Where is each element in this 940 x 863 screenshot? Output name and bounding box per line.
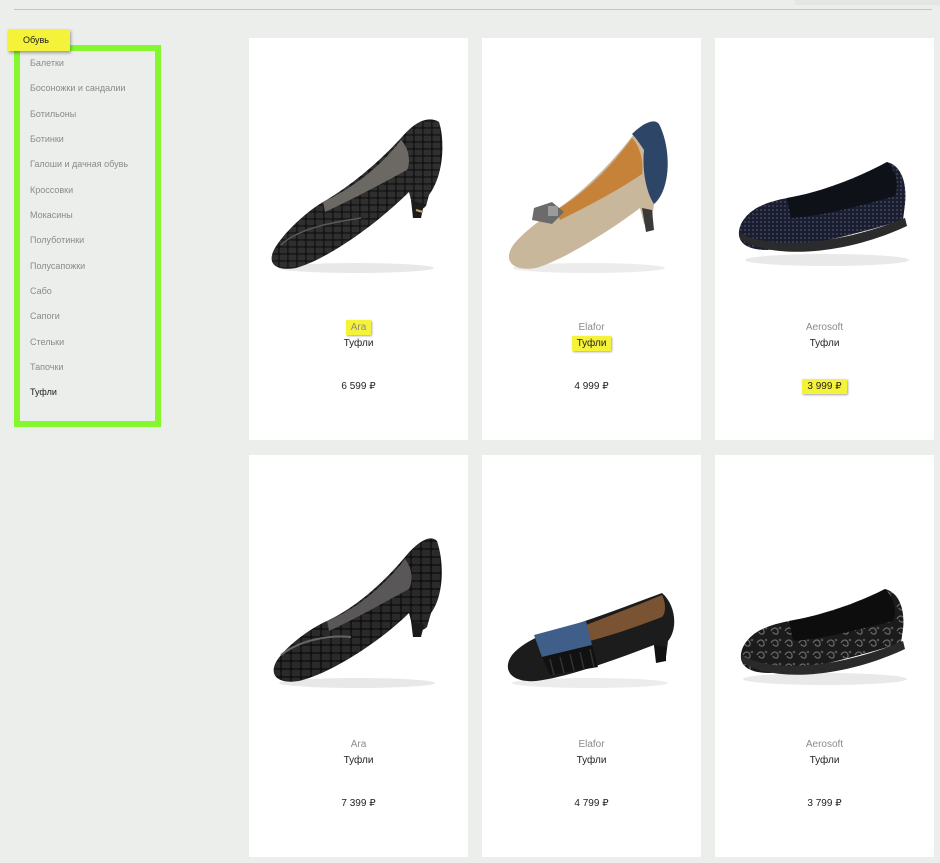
product-brand: Aerosoft — [805, 739, 844, 750]
black-fringe-loafer-image[interactable] — [494, 517, 689, 697]
top-tab — [795, 0, 940, 5]
navy-textured-slip-on-image[interactable] — [727, 100, 922, 280]
product-card[interactable]: Ara Туфли 6 599 ₽ — [249, 38, 468, 440]
category-item-galoshes[interactable]: Галоши и дачная обувь — [30, 157, 128, 182]
category-item-pumps[interactable]: Туфли — [30, 385, 128, 410]
category-item-sandals[interactable]: Босоножки и сандалии — [30, 81, 128, 106]
product-card[interactable]: Aerosoft Туфли 3 999 ₽ — [715, 38, 934, 440]
product-type: Туфли — [576, 755, 607, 766]
product-brand: Elafor — [578, 739, 605, 750]
product-type: Туфли — [482, 336, 701, 351]
category-item-slippers[interactable]: Тапочки — [30, 360, 128, 385]
category-item-high-boots[interactable]: Сапоги — [30, 309, 128, 334]
category-item-moccasins[interactable]: Мокасины — [30, 208, 128, 233]
category-item-low-shoes[interactable]: Полуботинки — [30, 233, 128, 258]
category-item-insoles[interactable]: Стельки — [30, 335, 128, 360]
category-item-ankle-boots[interactable]: Ботильоны — [30, 107, 128, 132]
category-item-half-boots[interactable]: Полусапожки — [30, 259, 128, 284]
product-brand: Ara — [350, 739, 367, 750]
product-type: Туфли — [809, 755, 840, 766]
product-brand: Ara — [249, 320, 468, 335]
floral-black-slip-on-image[interactable] — [727, 517, 922, 697]
beige-navy-bow-pump-image[interactable] — [494, 100, 689, 280]
product-type: Туфли — [809, 338, 840, 349]
product-brand: Aerosoft — [805, 322, 844, 333]
product-brand: Elafor — [578, 322, 605, 333]
product-price: 7 399 ₽ — [341, 798, 376, 809]
product-price: 4 999 ₽ — [574, 381, 609, 392]
category-item-clogs[interactable]: Сабо — [30, 284, 128, 309]
product-price: 6 599 ₽ — [341, 381, 376, 392]
category-list: Балетки Босоножки и сандалии Ботильоны Б… — [30, 56, 128, 411]
category-item-baletki[interactable]: Балетки — [30, 56, 128, 81]
product-card[interactable]: Elafor Туфли 4 999 ₽ — [482, 38, 701, 440]
product-card[interactable]: Elafor Туфли 4 799 ₽ — [482, 455, 701, 857]
black-patent-pump-image[interactable] — [261, 517, 456, 697]
category-item-boots[interactable]: Ботинки — [30, 132, 128, 157]
product-type: Туфли — [343, 338, 374, 349]
category-title[interactable]: Обувь — [8, 29, 70, 51]
top-divider — [14, 9, 932, 10]
black-croc-pump-image[interactable] — [261, 100, 456, 280]
product-card[interactable]: Ara Туфли 7 399 ₽ — [249, 455, 468, 857]
product-price: 3 999 ₽ — [715, 379, 934, 394]
category-item-sneakers[interactable]: Кроссовки — [30, 183, 128, 208]
product-type: Туфли — [343, 755, 374, 766]
product-price: 3 799 ₽ — [807, 798, 842, 809]
product-price: 4 799 ₽ — [574, 798, 609, 809]
product-card[interactable]: Aerosoft Туфли 3 799 ₽ — [715, 455, 934, 857]
